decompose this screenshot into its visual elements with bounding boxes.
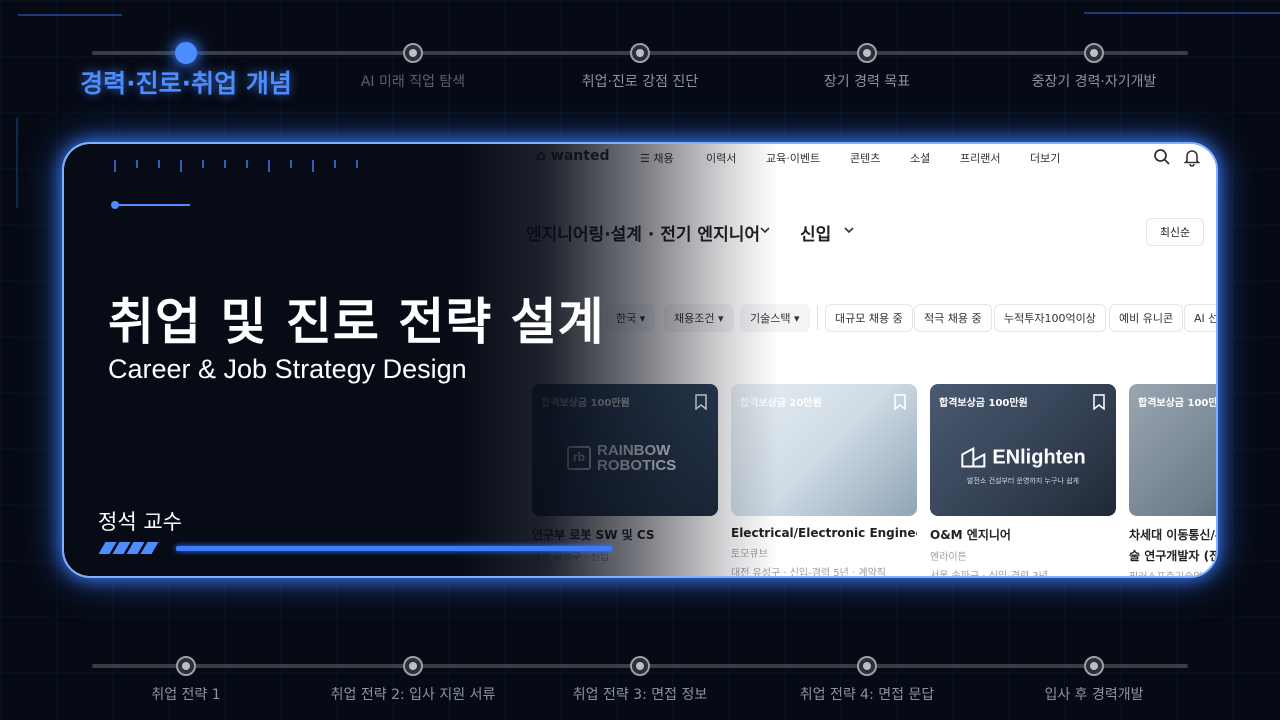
bottom-step-label-2[interactable]: 취업 전략 2: 입사 지원 서류 [331, 684, 496, 704]
site-logo[interactable]: ⌂ wanted [536, 148, 609, 164]
job-title[interactable]: 차세대 이동통신/무 [1129, 526, 1216, 543]
reward-badge: 합격보상금 100만원 [541, 398, 630, 409]
top-step-label-3[interactable]: 취업·진로 강점 진단 [582, 71, 698, 91]
bottom-step-label-1[interactable]: 취업 전략 1 [151, 684, 220, 704]
slide-subtitle: Career & Job Strategy Design [108, 354, 467, 384]
top-step-label-1[interactable]: 경력·진로·취업 개념 [80, 64, 292, 100]
bottom-step-dot-4[interactable] [857, 656, 877, 676]
top-step-label-5[interactable]: 중장기 경력·자기개발 [1032, 71, 1157, 91]
filter-tag-active-hiring[interactable]: 적극 채용 중 [914, 304, 992, 332]
reward-badge: 합격보상금 20만원 [740, 398, 822, 409]
job-card-4[interactable]: 합격보상금 100만원 차세대 이동통신/무 술 연구개발자 (전 필러스표준기… [1129, 384, 1218, 576]
chevron-down-icon[interactable] [758, 223, 772, 237]
accent-line [111, 201, 190, 209]
nav-item-social[interactable]: 소셜 [910, 150, 930, 166]
logo-text: RAINBOW ROBOTICS [597, 441, 677, 474]
nav-item-content[interactable]: 콘텐츠 [850, 150, 880, 166]
sort-button[interactable]: 최신순 [1146, 218, 1204, 246]
job-category-select[interactable]: 엔지니어링·설계 · 전기 엔지니어 [526, 220, 760, 245]
decor-line [16, 118, 18, 208]
bottom-step-label-5[interactable]: 입사 후 경력개발 [1044, 684, 1143, 704]
slide-title: 취업 및 진로 전략 설계 [108, 293, 605, 351]
bottom-step-dot-1[interactable] [176, 656, 196, 676]
bottom-step-label-4[interactable]: 취업 전략 4: 면접 문답 [800, 684, 934, 704]
logo-tagline: 발전소 건설부터 운영까지 누구나 쉽게 [967, 477, 1079, 486]
chevron-down-icon[interactable] [842, 223, 856, 237]
nav-item-jobs[interactable]: ☰ 채용 [640, 150, 674, 166]
logo-mark-icon: ⌂ [536, 148, 547, 164]
nav-item-freelancer[interactable]: 프리랜서 [960, 150, 1000, 166]
presenter-name: 정석 교수 [98, 510, 182, 534]
slide-card: ⌂ wanted ☰ 채용 이력서 교육·이벤트 콘텐츠 소셜 프리랜서 더보기… [62, 142, 1218, 578]
company-logo: rb RAINBOW ROBOTICS [567, 443, 683, 473]
top-step-dot-4[interactable] [857, 43, 877, 63]
bottom-accent-bar [176, 546, 612, 551]
nav-item-more[interactable]: 더보기 [1030, 150, 1060, 166]
top-step-dot-5[interactable] [1084, 43, 1104, 63]
job-thumbnail: 합격보상금 100만원 ENlighten 발전소 건설부터 운영까지 누구나 … [930, 384, 1116, 516]
job-title-line-2[interactable]: 술 연구개발자 (전 [1129, 547, 1216, 564]
logo-text: wanted [550, 148, 610, 164]
top-step-dot-3[interactable] [630, 43, 650, 63]
job-thumbnail: 합격보상금 100만원 rb RAINBOW ROBOTICS [532, 384, 718, 516]
job-card-3[interactable]: 합격보상금 100만원 ENlighten 발전소 건설부터 운영까지 누구나 … [930, 384, 1116, 578]
job-meta: 대전 유성구 · 신입-경력 5년 · 계약직 [731, 568, 887, 578]
reward-badge: 합격보상금 100만원 [939, 398, 1028, 409]
rb-logo-mark: rb [567, 445, 591, 470]
filter-divider [817, 306, 818, 330]
logo-text: ENlighten [992, 446, 1086, 469]
slash-decoration [98, 542, 159, 554]
top-step-dot-1[interactable] [175, 42, 197, 64]
bookmark-icon[interactable] [893, 394, 907, 410]
filter-country[interactable]: 한국 ▾ [606, 304, 656, 332]
job-company: 엔라이튼 [930, 552, 967, 563]
job-title[interactable]: Electrical/Electronic Engineer [731, 526, 917, 540]
search-icon[interactable] [1152, 147, 1172, 167]
enlighten-logo-icon [961, 447, 986, 468]
job-card-1[interactable]: 합격보상금 100만원 rb RAINBOW ROBOTICS 연구부 로봇 S… [532, 384, 718, 563]
top-step-label-4[interactable]: 장기 경력 목표 [824, 71, 910, 91]
chip-label: 채용조건 [674, 312, 715, 325]
bell-icon[interactable] [1182, 147, 1202, 167]
chip-label: 한국 [616, 312, 637, 325]
chip-label: 기술스택 [750, 312, 791, 325]
filter-tag-investment[interactable]: 누적투자100억이상 [994, 304, 1106, 332]
bottom-step-label-3[interactable]: 취업 전략 3: 면접 정보 [573, 684, 707, 704]
career-level-select[interactable]: 신입 [800, 220, 831, 245]
decor-ticks [114, 160, 358, 172]
job-card-2[interactable]: 합격보상금 20만원 Electrical/Electronic Enginee… [731, 384, 917, 578]
filter-tag-ai[interactable]: AI 선 [1184, 304, 1216, 332]
bottom-step-dot-3[interactable] [630, 656, 650, 676]
caret-down-icon: ▾ [717, 311, 724, 325]
filter-tag-large-hiring[interactable]: 대규모 채용 중 [825, 304, 913, 332]
job-title[interactable]: 연구부 로봇 SW 및 CS [532, 526, 718, 543]
job-thumbnail: 합격보상금 100만원 [1129, 384, 1218, 516]
job-title[interactable]: O&M 엔지니어 [930, 526, 1116, 543]
bookmark-icon[interactable] [694, 394, 708, 410]
bottom-step-dot-2[interactable] [403, 656, 423, 676]
filter-tag-pre-unicorn[interactable]: 예비 유니콘 [1109, 304, 1184, 332]
bottom-step-dot-5[interactable] [1084, 656, 1104, 676]
bookmark-icon[interactable] [1092, 394, 1106, 410]
reward-badge: 합격보상금 100만원 [1138, 398, 1218, 409]
nav-item-events[interactable]: 교육·이벤트 [766, 150, 820, 166]
decor-line [18, 14, 122, 16]
company-logo: ENlighten [960, 446, 1086, 469]
job-meta: 서울 송파구 · 신입-경력 3년 [930, 571, 1048, 578]
top-step-dot-2[interactable] [403, 43, 423, 63]
job-thumbnail: 합격보상금 20만원 [731, 384, 917, 516]
caret-down-icon: ▾ [793, 311, 800, 325]
nav-label: 채용 [653, 152, 674, 165]
filter-tech-stack[interactable]: 기술스택 ▾ [740, 304, 810, 332]
decor-line [1084, 12, 1280, 14]
nav-item-resume[interactable]: 이력서 [706, 150, 736, 166]
job-company: 토모큐브 [731, 549, 768, 560]
top-step-label-2[interactable]: AI 미래 직업 탐색 [361, 71, 465, 91]
caret-down-icon: ▾ [639, 311, 646, 325]
filter-conditions[interactable]: 채용조건 ▾ [664, 304, 734, 332]
